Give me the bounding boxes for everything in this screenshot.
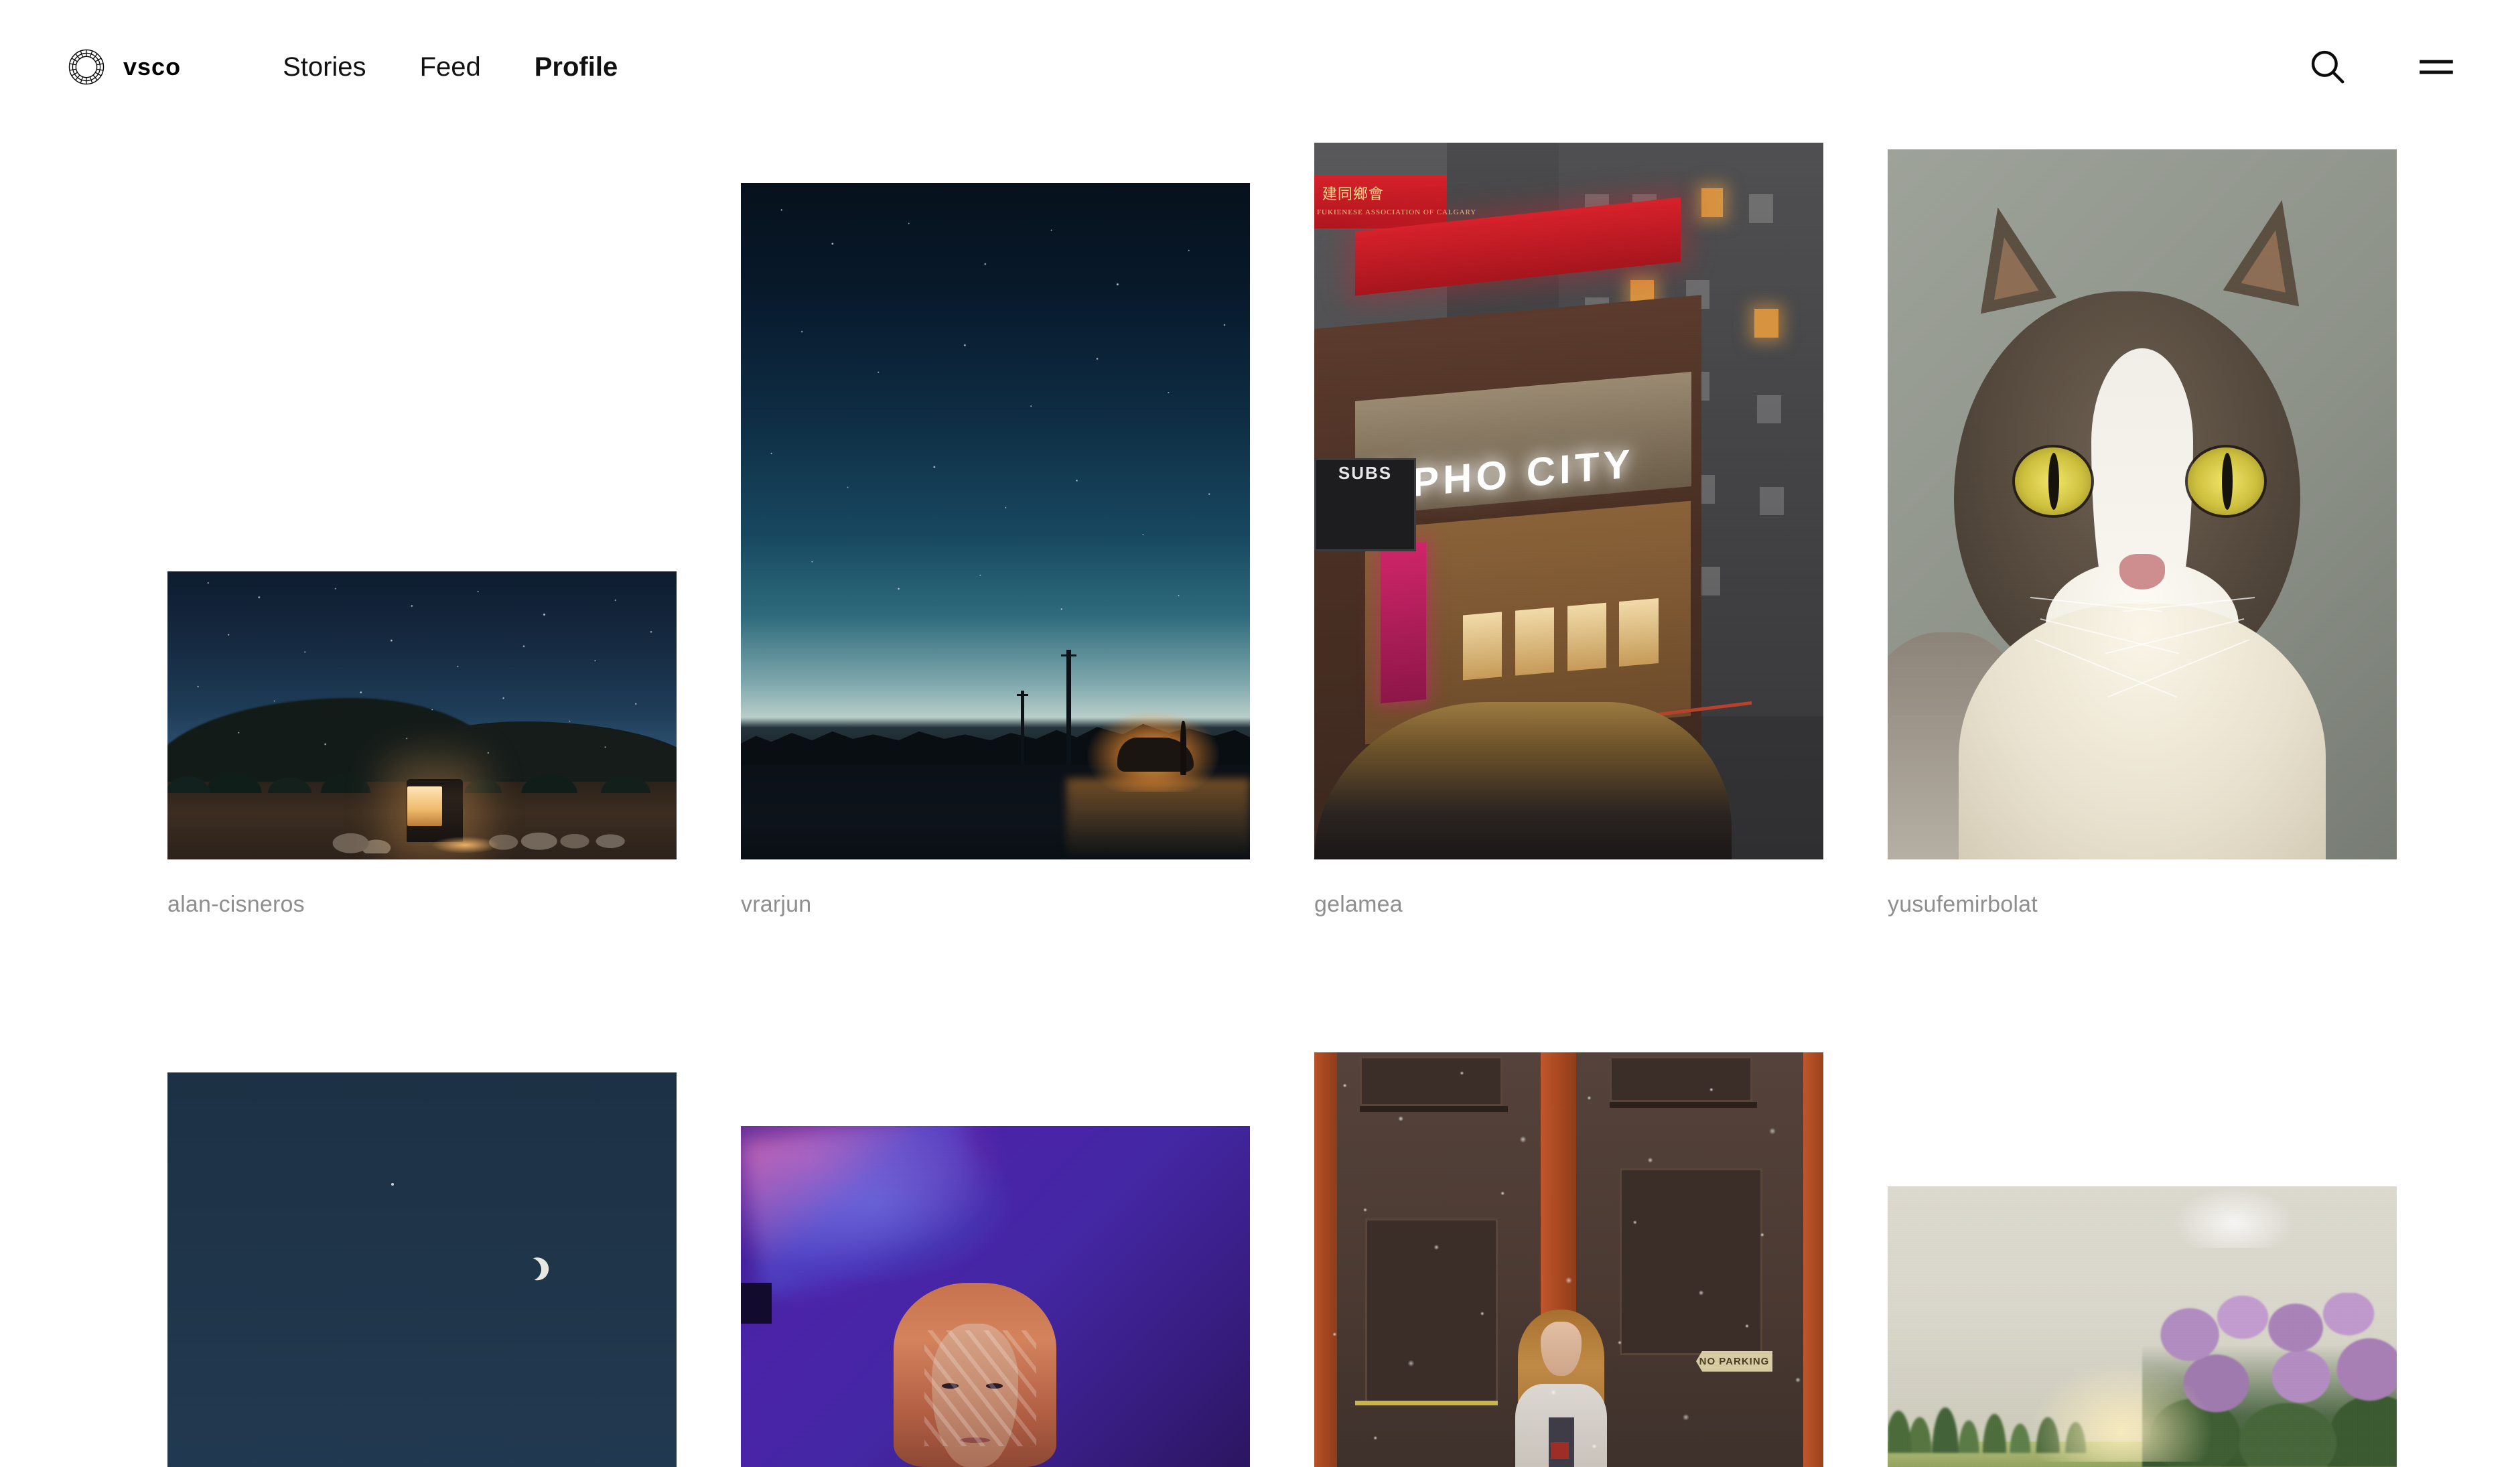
grid-cell (167, 1052, 741, 1467)
brand-home-link[interactable]: vsco (67, 48, 181, 86)
projected-light-pattern (924, 1330, 1036, 1447)
cat-eye-right (2188, 447, 2265, 515)
cat-ear-right (2223, 192, 2320, 307)
orange-pillar-right (1803, 1052, 1823, 1467)
window (1749, 194, 1773, 223)
film-grain-overlay (1888, 1186, 2397, 1467)
utility-pole-near (1061, 649, 1077, 765)
grid-row-1: alan-cisneros vrarjun 建同鄉會 FUKIENESE ASS… (0, 134, 2520, 918)
photo-author-username[interactable]: alan-cisneros (167, 892, 741, 918)
photo-author-username[interactable]: gelamea (1314, 892, 1888, 918)
association-banner-top: 建同鄉會 FUKIENESE ASSOCIATION OF CALGARY (1314, 175, 1476, 229)
person-silhouette (1180, 720, 1186, 775)
grid-cell: vrarjun (741, 134, 1314, 918)
cat-ear-left (1959, 199, 2056, 314)
storefront-window (1515, 608, 1555, 676)
grid-cell (1888, 1052, 2461, 1467)
photo-thumbnail-lilac-landscape[interactable] (1888, 1186, 2397, 1467)
film-grain-overlay (167, 1072, 677, 1467)
photo-thumbnail-cat-portrait[interactable] (1888, 149, 2397, 859)
boarded-window (1620, 1168, 1762, 1355)
window (1757, 395, 1781, 424)
top-navigation-bar: vsco Stories Feed Profile (0, 0, 2520, 134)
stars-overlay (167, 571, 677, 859)
neighbor-subs-sign: SUBS (1314, 458, 1416, 551)
subject-shirt-graphic (1551, 1442, 1569, 1459)
storefront-window (1619, 598, 1659, 667)
nav-item-profile[interactable]: Profile (508, 52, 644, 82)
no-parking-sign: NO PARKING (1696, 1350, 1772, 1372)
grid-cell: yusufemirbolat (1888, 134, 2461, 918)
window-ledge (1360, 1106, 1508, 1113)
photo-thumbnail-snow-street[interactable]: NO PARKING (1314, 1052, 1823, 1467)
orange-pillar-left (1314, 1052, 1338, 1467)
grid-cell (741, 1052, 1314, 1467)
grid-cell: NO PARKING (1314, 1052, 1888, 1467)
boarded-panel (1360, 1056, 1503, 1107)
nav-item-stories[interactable]: Stories (256, 52, 393, 82)
photo-author-username[interactable]: vrarjun (741, 892, 1314, 918)
entrance-door-neon (1380, 542, 1427, 704)
photo-grid: alan-cisneros vrarjun 建同鄉會 FUKIENESE ASS… (0, 134, 2520, 1467)
cat-nose (2119, 554, 2166, 590)
banner-chinese-characters: 建同鄉會 (1322, 186, 1384, 203)
banner-english-text: FUKIENESE ASSOCIATION OF CALGARY (1316, 208, 1477, 216)
storefront-window (1567, 603, 1606, 671)
star-point (391, 1182, 395, 1186)
photo-thumbnail-crescent-moon[interactable] (167, 1072, 677, 1467)
search-icon[interactable] (2307, 46, 2349, 88)
header-actions (2307, 46, 2457, 88)
window (1760, 486, 1784, 516)
boarded-window (1365, 1218, 1498, 1405)
dark-doorway (741, 1283, 772, 1324)
photo-thumbnail-purple-portrait[interactable] (741, 1126, 1250, 1467)
photo-thumbnail-pho-city[interactable]: 建同鄉會 FUKIENESE ASSOCIATION OF CALGARY PH… (1314, 143, 1823, 859)
photo-thumbnail-night-road[interactable] (741, 183, 1250, 859)
pho-city-sign-text: PHO CITY (1412, 440, 1634, 505)
grid-row-2: NO PARKING (0, 1052, 2520, 1467)
boarded-panel (1609, 1056, 1752, 1103)
cat-eye-left (2015, 447, 2091, 515)
storefront-window (1462, 612, 1502, 681)
utility-pole-far (1016, 690, 1029, 765)
window-lit (1754, 309, 1778, 338)
crescent-moon (516, 1255, 544, 1283)
window-ledge (1609, 1102, 1758, 1108)
primary-nav: Stories Feed Profile (256, 52, 644, 82)
light-streak (741, 1126, 985, 1298)
vsco-ring-logo-icon (68, 49, 104, 85)
hamburger-menu-icon[interactable] (2416, 46, 2457, 88)
grid-cell: 建同鄉會 FUKIENESE ASSOCIATION OF CALGARY PH… (1314, 134, 1888, 918)
photo-author-username[interactable]: yusufemirbolat (1888, 892, 2461, 918)
grid-cell: alan-cisneros (167, 134, 741, 918)
brand-name-label: vsco (123, 53, 182, 80)
yellow-stripe (1354, 1400, 1498, 1406)
nav-item-feed[interactable]: Feed (393, 52, 508, 82)
photo-thumbnail-desert-camp[interactable] (167, 571, 677, 859)
window-lit (1701, 188, 1723, 218)
